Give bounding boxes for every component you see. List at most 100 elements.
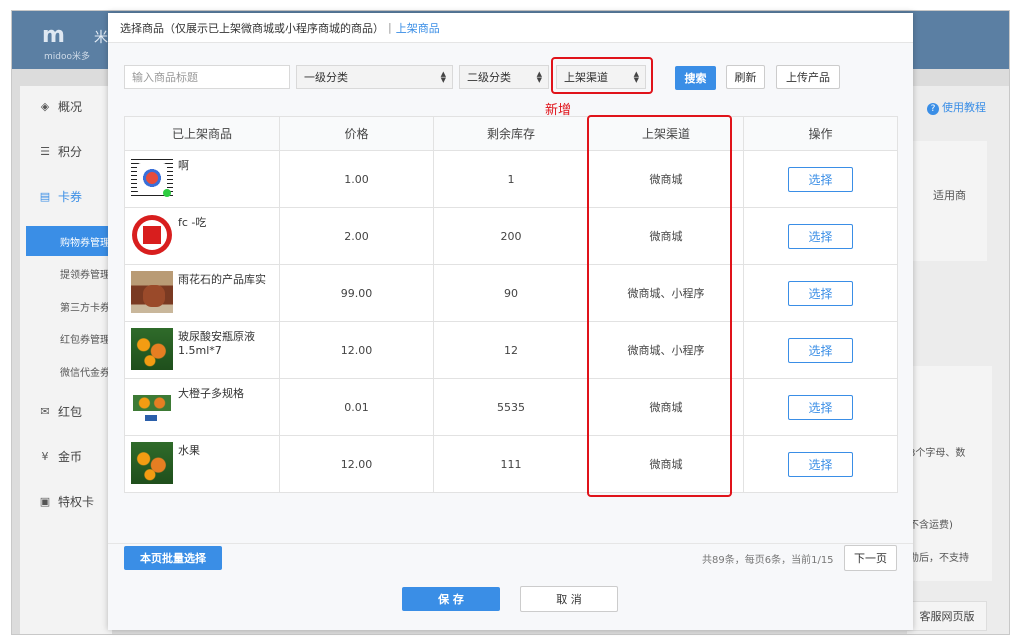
pagination-info: 共89条，每页6条，当前1/15 [702,555,834,566]
customer-service-button[interactable]: 客服网页版 [907,601,987,631]
select-button[interactable]: 选择 [788,280,853,306]
product-name: 大橙子多规格 [178,387,244,400]
select-product-modal: 选择商品（仅展示已上架微商城或小程序商城的商品） | 上架商品 一级分类 ▲▼ … [108,13,913,630]
stock-cell: 111 [433,435,589,493]
action-cell: 选择 [743,435,898,493]
hint-text: 8个字母、数 [909,448,966,459]
orange-tree-thumbnail [131,328,173,370]
orange-tree-thumbnail [131,442,173,484]
pottery-thumbnail [131,271,173,313]
product-cell: 玻尿酸安瓶原液1.5ml*7 [124,321,280,379]
sidebar-item-label: 积分 [58,144,83,159]
table-row: 啊 1.00 1 微商城 选择 [124,150,898,208]
ticket-icon: ▤ [39,189,51,203]
sidebar-item-label: 红包 [58,404,83,419]
product-cell: 水果 [124,435,280,493]
category1-select[interactable]: 一级分类 ▲ ▼ [296,65,453,89]
database-icon: ☰ [40,144,50,158]
logo: m 米 midoo米多 [42,23,108,62]
column-header: 操作 [743,116,898,151]
select-button[interactable]: 选择 [788,223,853,249]
stock-cell: 90 [433,264,589,322]
category2-select[interactable]: 二级分类 ▲ ▼ [459,65,549,89]
refresh-button[interactable]: 刷新 [726,65,765,89]
sidebar-item-coupons[interactable]: ▤ 卡券 [20,176,112,216]
sidebar-item-redpacket[interactable]: ✉ 红包 [20,391,112,431]
product-cell: 啊 [124,150,280,208]
search-button[interactable]: 搜索 [675,66,716,90]
sidebar-item-privilege-card[interactable]: ▣ 特权卡 [20,481,112,521]
sidebar-item-overview[interactable]: ◈ 概况 [20,86,112,126]
hint-text: 勋后，不支持 [909,553,969,564]
next-page-button[interactable]: 下一页 [844,545,897,571]
highlight-box [587,115,732,497]
product-name: fc -吃 [178,216,207,229]
sidebar-subitem-third-party[interactable]: 第三方卡券 [20,291,112,321]
table-row: 水果 12.00 111 微商城 选择 [124,435,898,493]
stock-cell: 12 [433,321,589,379]
card-icon: ▣ [39,494,51,508]
price-cell: 12.00 [279,321,434,379]
divider [108,543,913,544]
sidebar-subitem-wechat-voucher[interactable]: 微信代金券 [20,356,112,386]
save-button[interactable]: 保 存 [402,587,500,611]
modal-header: 选择商品（仅展示已上架微商城或小程序商城的商品） | 上架商品 [108,13,913,43]
batch-select-button[interactable]: 本页批量选择 [124,546,222,570]
red-seal-thumbnail [131,214,173,256]
sidebar: ◈ 概况 ☰ 积分 ▤ 卡券 购物券管理 提领券管理 第三方卡券 红包券管理 微… [20,86,112,634]
table-header-row: 已上架商品 价格 剩余库存 上架渠道 操作 [124,116,898,151]
title-separator: | [388,21,392,34]
action-cell: 选择 [743,264,898,322]
product-name: 雨花石的产品库实 [178,273,266,286]
product-cell: fc -吃 [124,207,280,265]
product-table: 已上架商品 价格 剩余库存 上架渠道 操作 啊 1.00 1 微商城 选择 fc… [124,116,898,493]
sidebar-item-label: 卡券 [58,189,83,204]
price-cell: 2.00 [279,207,434,265]
logo-text: midoo米多 [44,52,90,62]
listed-products-link[interactable]: 上架商品 [396,20,440,36]
highlight-box [551,57,653,94]
table-row: 雨花石的产品库实 99.00 90 微商城、小程序 选择 [124,264,898,322]
select-arrow-icon: ▲ ▼ [440,70,446,84]
background-panel: 适用商 [907,141,987,261]
select-button[interactable]: 选择 [788,451,853,477]
logo-mark: m [42,23,65,48]
coin-icon: ¥ [41,449,49,463]
product-name: 啊 [178,159,189,172]
product-cell: 雨花石的产品库实 [124,264,280,322]
cancel-button[interactable]: 取 消 [520,586,618,612]
select-button[interactable]: 选择 [788,166,853,192]
select-button[interactable]: 选择 [788,394,853,420]
select-arrow-icon: ▲ ▼ [536,70,542,84]
sidebar-item-label: 概况 [58,99,83,114]
sidebar-item-points[interactable]: ☰ 积分 [20,131,112,171]
upload-product-button[interactable]: 上传产品 [776,65,840,89]
sidebar-item-gold[interactable]: ¥ 金币 [20,436,112,476]
price-cell: 0.01 [279,378,434,436]
sidebar-subitem-redpacket-coupon[interactable]: 红包券管理 [20,323,112,353]
search-input[interactable] [124,65,290,89]
column-header: 价格 [279,116,434,151]
search-input-field[interactable] [132,70,289,84]
sidebar-item-label: 金币 [58,449,83,464]
help-link[interactable]: ? 使用教程 [927,99,986,115]
stock-cell: 1 [433,150,589,208]
modal-title: 选择商品（仅展示已上架微商城或小程序商城的商品） [120,21,384,35]
column-header: 已上架商品 [124,116,280,151]
action-cell: 选择 [743,150,898,208]
action-cell: 选择 [743,207,898,265]
price-cell: 12.00 [279,435,434,493]
envelope-icon: ✉ [40,404,50,418]
background-panel: 8个字母、数 不含运费) 勋后，不支持 [907,366,992,581]
select-button[interactable]: 选择 [788,337,853,363]
product-name: 水果 [178,444,200,457]
stock-cell: 200 [433,207,589,265]
table-row: 玻尿酸安瓶原液1.5ml*7 12.00 12 微商城、小程序 选择 [124,321,898,379]
product-name: 玻尿酸安瓶原液1.5ml*7 [178,330,255,357]
question-icon: ? [927,103,939,115]
sidebar-subitem-shopping-coupon[interactable]: 购物券管理 [26,226,112,256]
applicable-label: 适用商 [933,189,966,202]
table-row: 大橙子多规格 0.01 5535 微商城 选择 [124,378,898,436]
sidebar-item-label: 特权卡 [58,494,95,509]
sidebar-subitem-pickup-coupon[interactable]: 提领券管理 [20,258,112,288]
